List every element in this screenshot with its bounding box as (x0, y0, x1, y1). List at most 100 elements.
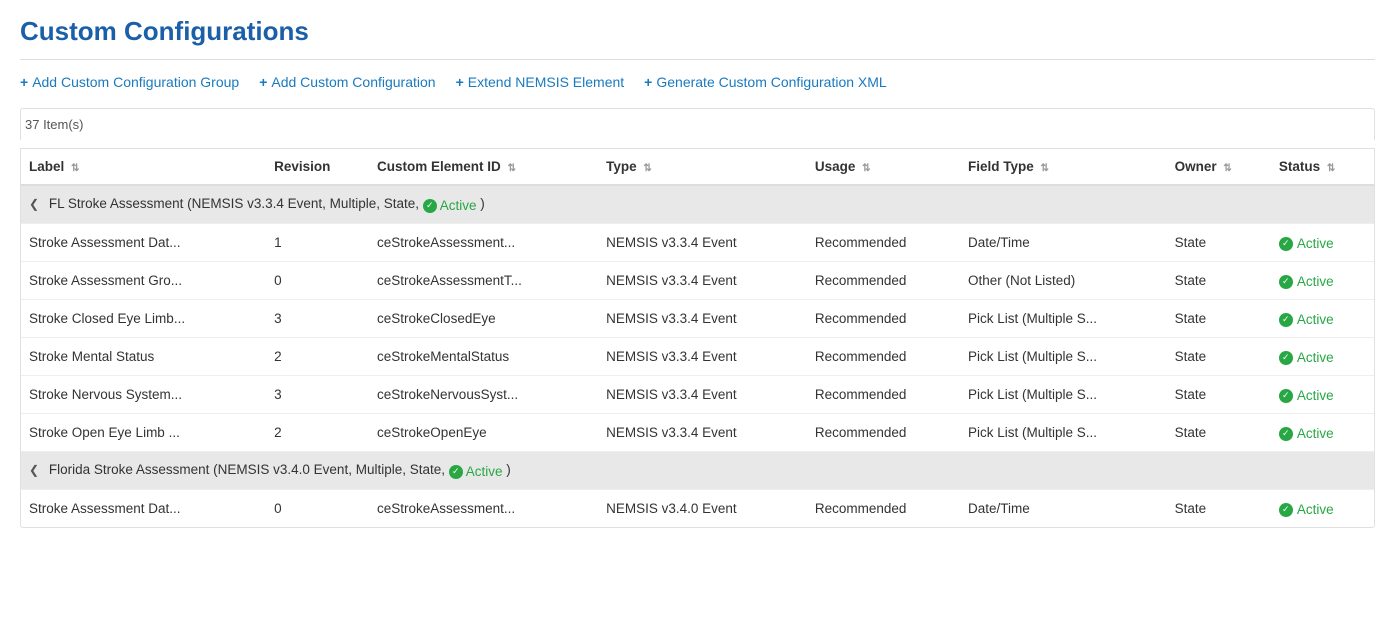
col-field-type[interactable]: Field Type ⇅ (960, 149, 1167, 185)
group-status: ✓ Active (423, 198, 477, 213)
cell-status: ✓ Active (1271, 376, 1374, 414)
page-title: Custom Configurations (20, 16, 1375, 60)
cell-usage: Recommended (807, 262, 960, 300)
col-type[interactable]: Type ⇅ (598, 149, 807, 185)
main-table: Label ⇅ Revision Custom Element ID ⇅ Typ… (21, 149, 1374, 527)
group-label-end: ) (506, 462, 511, 477)
cell-label: Stroke Mental Status (21, 338, 266, 376)
status-label: Active (1297, 236, 1334, 251)
cell-field-type: Date/Time (960, 224, 1167, 262)
chevron-down-icon[interactable]: ❮ (29, 463, 39, 477)
cell-field-type: Pick List (Multiple S... (960, 300, 1167, 338)
col-usage[interactable]: Usage ⇅ (807, 149, 960, 185)
cell-revision: 2 (266, 414, 369, 452)
cell-label: Stroke Assessment Dat... (21, 224, 266, 262)
group-row[interactable]: ❮ FL Stroke Assessment (NEMSIS v3.3.4 Ev… (21, 185, 1374, 224)
status-badge: ✓ Active (1279, 312, 1334, 327)
chevron-down-icon[interactable]: ❮ (29, 197, 39, 211)
group-label-end: ) (480, 196, 485, 211)
add-group-link[interactable]: + Add Custom Configuration Group (20, 74, 239, 90)
cell-label: Stroke Closed Eye Limb... (21, 300, 266, 338)
group-row[interactable]: ❮ Florida Stroke Assessment (NEMSIS v3.4… (21, 452, 1374, 490)
cell-owner: State (1167, 300, 1271, 338)
group-cell: ❮ Florida Stroke Assessment (NEMSIS v3.4… (21, 452, 1374, 490)
table-header: Label ⇅ Revision Custom Element ID ⇅ Typ… (21, 149, 1374, 185)
cell-revision: 0 (266, 490, 369, 528)
col-element-id[interactable]: Custom Element ID ⇅ (369, 149, 598, 185)
sort-icon-usage: ⇅ (862, 163, 870, 174)
status-badge: ✓ Active (1279, 502, 1334, 517)
cell-usage: Recommended (807, 376, 960, 414)
generate-xml-label: Generate Custom Configuration XML (656, 74, 886, 90)
status-badge: ✓ Active (1279, 426, 1334, 441)
cell-element-id: ceStrokeMentalStatus (369, 338, 598, 376)
cell-usage: Recommended (807, 300, 960, 338)
cell-type: NEMSIS v3.3.4 Event (598, 300, 807, 338)
generate-xml-link[interactable]: + Generate Custom Configuration XML (644, 74, 887, 90)
status-badge: ✓ Active (1279, 388, 1334, 403)
table-row[interactable]: Stroke Assessment Gro...0ceStrokeAssessm… (21, 262, 1374, 300)
table-row[interactable]: Stroke Assessment Dat...0ceStrokeAssessm… (21, 490, 1374, 528)
cell-status: ✓ Active (1271, 224, 1374, 262)
cell-owner: State (1167, 224, 1271, 262)
cell-owner: State (1167, 490, 1271, 528)
cell-status: ✓ Active (1271, 300, 1374, 338)
cell-type: NEMSIS v3.3.4 Event (598, 414, 807, 452)
cell-owner: State (1167, 338, 1271, 376)
cell-label: Stroke Assessment Dat... (21, 490, 266, 528)
add-group-label: Add Custom Configuration Group (32, 74, 239, 90)
active-dot-icon: ✓ (423, 199, 437, 213)
table-row[interactable]: Stroke Closed Eye Limb...3ceStrokeClosed… (21, 300, 1374, 338)
sort-icon-field-type: ⇅ (1041, 163, 1049, 174)
col-owner[interactable]: Owner ⇅ (1167, 149, 1271, 185)
active-icon: ✓ (1279, 237, 1293, 251)
group-label: Florida Stroke Assessment (NEMSIS v3.4.0… (49, 462, 445, 477)
table-row[interactable]: Stroke Open Eye Limb ...2ceStrokeOpenEye… (21, 414, 1374, 452)
cell-usage: Recommended (807, 224, 960, 262)
cell-usage: Recommended (807, 414, 960, 452)
cell-element-id: ceStrokeAssessment... (369, 490, 598, 528)
add-config-label: Add Custom Configuration (271, 74, 435, 90)
table-row[interactable]: Stroke Nervous System...3ceStrokeNervous… (21, 376, 1374, 414)
table-body: ❮ FL Stroke Assessment (NEMSIS v3.3.4 Ev… (21, 185, 1374, 527)
cell-element-id: ceStrokeOpenEye (369, 414, 598, 452)
cell-status: ✓ Active (1271, 262, 1374, 300)
active-icon: ✓ (1279, 503, 1293, 517)
table-row[interactable]: Stroke Mental Status2ceStrokeMentalStatu… (21, 338, 1374, 376)
cell-type: NEMSIS v3.3.4 Event (598, 224, 807, 262)
cell-element-id: ceStrokeAssessment... (369, 224, 598, 262)
cell-type: NEMSIS v3.3.4 Event (598, 376, 807, 414)
cell-revision: 2 (266, 338, 369, 376)
table-wrapper: Label ⇅ Revision Custom Element ID ⇅ Typ… (20, 148, 1375, 528)
add-config-link[interactable]: + Add Custom Configuration (259, 74, 435, 90)
col-label[interactable]: Label ⇅ (21, 149, 266, 185)
active-icon: ✓ (1279, 427, 1293, 441)
group-label: FL Stroke Assessment (NEMSIS v3.3.4 Even… (49, 196, 419, 211)
active-icon: ✓ (1279, 313, 1293, 327)
status-label: Active (1297, 502, 1334, 517)
col-status[interactable]: Status ⇅ (1271, 149, 1374, 185)
toolbar: + Add Custom Configuration Group + Add C… (20, 74, 1375, 90)
cell-usage: Recommended (807, 338, 960, 376)
plus-icon-config: + (259, 74, 267, 90)
cell-field-type: Pick List (Multiple S... (960, 414, 1167, 452)
status-label: Active (1297, 274, 1334, 289)
active-dot-icon: ✓ (449, 465, 463, 479)
plus-icon-xml: + (644, 74, 652, 90)
extend-nemsis-label: Extend NEMSIS Element (468, 74, 624, 90)
plus-icon-group: + (20, 74, 28, 90)
cell-field-type: Pick List (Multiple S... (960, 376, 1167, 414)
cell-owner: State (1167, 262, 1271, 300)
active-icon: ✓ (1279, 389, 1293, 403)
active-icon: ✓ (1279, 351, 1293, 365)
table-row[interactable]: Stroke Assessment Dat...1ceStrokeAssessm… (21, 224, 1374, 262)
cell-type: NEMSIS v3.4.0 Event (598, 490, 807, 528)
status-badge: ✓ Active (1279, 274, 1334, 289)
cell-label: Stroke Assessment Gro... (21, 262, 266, 300)
cell-revision: 3 (266, 300, 369, 338)
col-revision: Revision (266, 149, 369, 185)
group-status: ✓ Active (449, 464, 503, 479)
cell-revision: 3 (266, 376, 369, 414)
extend-nemsis-link[interactable]: + Extend NEMSIS Element (456, 74, 625, 90)
status-badge: ✓ Active (1279, 350, 1334, 365)
